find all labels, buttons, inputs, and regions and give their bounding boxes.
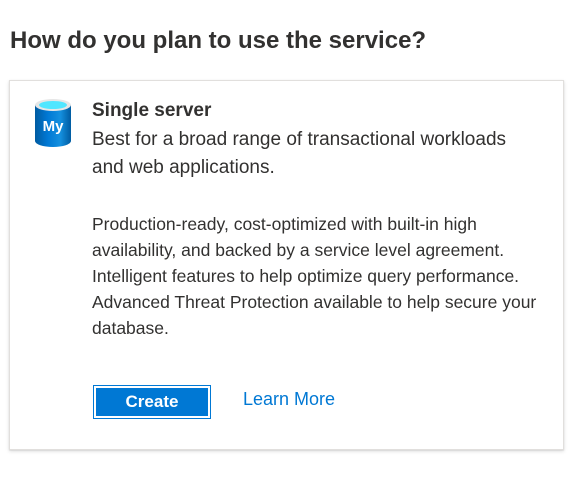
- card-title: Single server: [92, 100, 212, 121]
- create-button[interactable]: Create: [93, 385, 211, 419]
- page-title: How do you plan to use the service?: [10, 27, 427, 54]
- single-server-card: My Single server Best for a broad range …: [9, 80, 564, 450]
- learn-more-link[interactable]: Learn More: [243, 387, 335, 411]
- mysql-database-icon: My: [33, 97, 73, 149]
- card-description: Production-ready, cost-optimized with bu…: [92, 214, 537, 338]
- page: How do you plan to use the service? My S: [0, 0, 579, 481]
- mysql-database-icon-graphic: My: [35, 99, 71, 147]
- card-subtitle: Best for a broad range of transactional …: [92, 129, 507, 178]
- mysql-icon-text: My: [43, 118, 64, 135]
